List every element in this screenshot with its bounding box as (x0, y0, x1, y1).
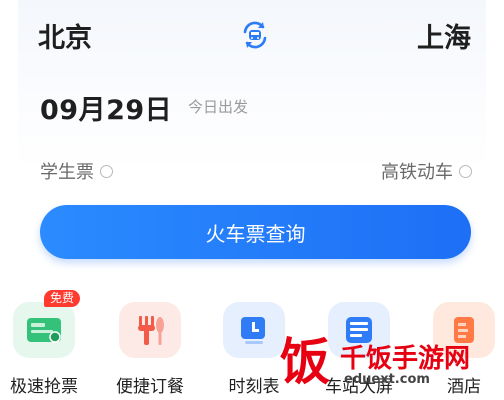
watermark-domain: eduext.com (344, 372, 430, 387)
gaotie-dongche-label: 高铁动车 (381, 162, 453, 183)
departure-date-hint: 今日出发 (188, 98, 249, 116)
train-swap-icon (243, 21, 267, 49)
free-badge: 免费 (44, 290, 81, 307)
fork-icon (119, 302, 181, 358)
watermark-logo: 饭 (280, 333, 330, 391)
service-label: 便捷订餐 (116, 377, 184, 397)
ticket-icon (13, 302, 75, 358)
site-watermark: 饭 千饭手游网 eduext.com (276, 318, 504, 400)
student-ticket-label: 学生票 (40, 162, 94, 183)
service-label: 极速抢票 (10, 377, 78, 397)
gaotie-dongche-radio[interactable] (459, 164, 472, 178)
departure-date[interactable]: 09月29日 (40, 88, 172, 127)
watermark-name: 千饭手游网 (340, 344, 471, 374)
arrival-city[interactable]: 上海 (417, 16, 471, 55)
train-ticket-search-button[interactable]: 火车票查询 (40, 205, 471, 259)
student-ticket-option[interactable]: 学生票 (40, 158, 113, 184)
swap-cities-button[interactable] (238, 18, 272, 52)
departure-city[interactable]: 北京 (38, 16, 92, 55)
student-ticket-radio[interactable] (100, 164, 113, 178)
gaotie-dongche-option[interactable]: 高铁动车 (381, 158, 472, 184)
